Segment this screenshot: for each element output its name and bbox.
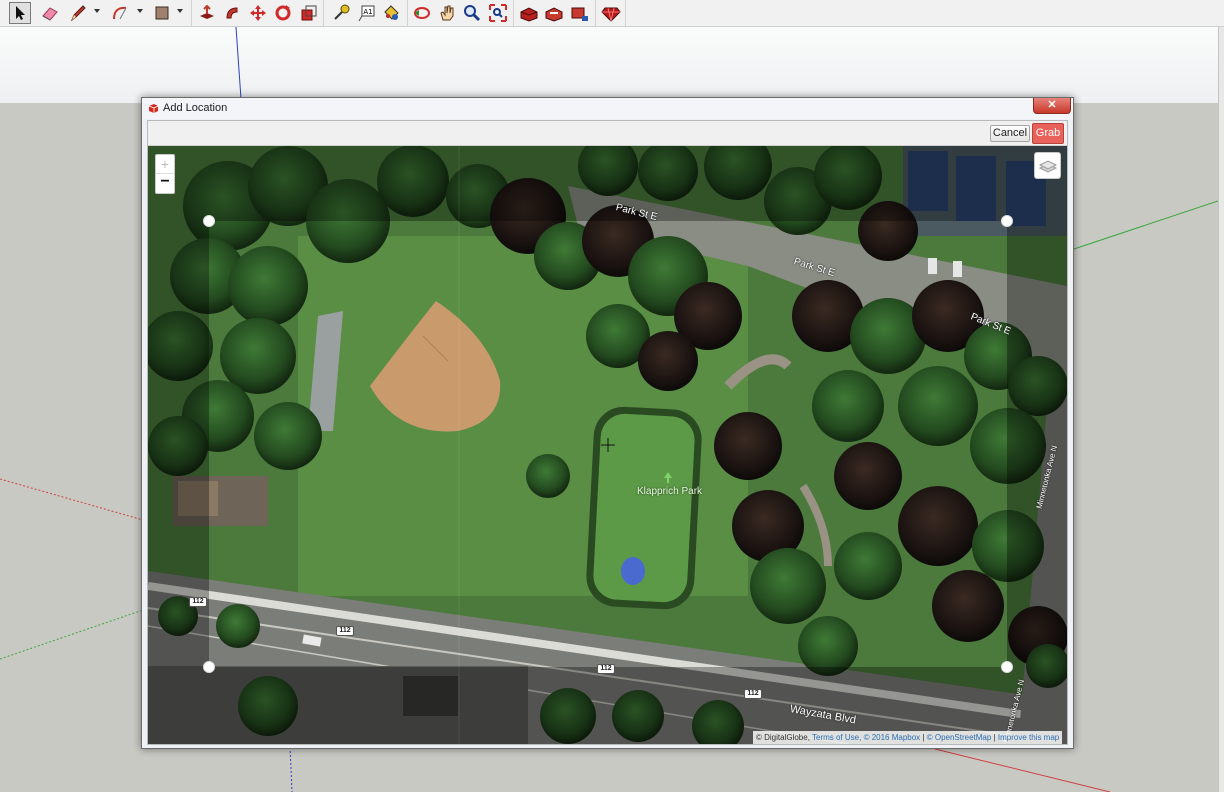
toolbar-group-camera <box>408 0 514 26</box>
scale-icon <box>301 5 317 21</box>
selection-handle-top-left[interactable] <box>203 215 215 227</box>
arc-tool-dropdown[interactable] <box>137 9 143 13</box>
text-icon: A1 <box>358 5 375 22</box>
improve-map-link[interactable]: Improve this map <box>998 733 1059 742</box>
route-shield: 112 <box>336 626 354 636</box>
layers-icon <box>1038 160 1058 173</box>
warehouse-tool-button[interactable] <box>518 2 540 24</box>
move-icon <box>250 5 266 21</box>
terms-of-use-link[interactable]: Terms of Use, <box>812 733 861 742</box>
close-button[interactable]: ✕ <box>1033 98 1071 114</box>
move-tool-button[interactable] <box>247 2 269 24</box>
extension-warehouse-tool-button[interactable] <box>600 2 622 24</box>
zoom-in-button[interactable]: + <box>156 155 174 174</box>
follow-me-icon <box>226 7 238 19</box>
dialog-content: Cancel Grab Park St E Park St E Park St … <box>147 120 1068 745</box>
add-location-dialog: Add Location ✕ Cancel Grab Park St E Par… <box>141 97 1074 749</box>
park-label: Klapprich Park <box>637 486 703 497</box>
viewport-scrollbar[interactable] <box>1218 27 1224 792</box>
green-axis <box>1073 198 1224 250</box>
paint-bucket-tool-button[interactable] <box>380 2 402 24</box>
dialog-button-bar: Cancel Grab <box>148 121 1067 146</box>
follow-me-tool-button[interactable] <box>222 2 244 24</box>
satellite-imagery <box>148 146 1067 744</box>
map-attribution: © DigitalGlobe, Terms of Use, © 2016 Map… <box>753 731 1063 744</box>
line-tool-dropdown[interactable] <box>94 9 100 13</box>
select-tool-button[interactable] <box>9 2 31 24</box>
zoom-extents-tool-button[interactable] <box>487 2 509 24</box>
toolbar-group-draw <box>0 0 192 26</box>
satellite-map[interactable]: Park St E Park St E Park St E Wayzata Bl… <box>148 146 1067 744</box>
zoom-tool-button[interactable] <box>461 2 483 24</box>
orbit-tool-button[interactable] <box>411 2 433 24</box>
zoom-out-button[interactable]: − <box>156 174 174 193</box>
eraser-icon <box>42 7 58 21</box>
dialog-titlebar[interactable]: Add Location ✕ <box>142 98 1073 119</box>
orbit-icon <box>414 7 430 19</box>
share-model-icon <box>545 7 563 22</box>
rectangle-tool-button[interactable] <box>151 2 173 24</box>
zoom-extents-icon <box>489 4 507 22</box>
push-pull-tool-button[interactable] <box>196 2 218 24</box>
rotate-icon <box>275 5 291 21</box>
main-toolbar: A1 <box>0 0 1224 27</box>
tape-measure-icon <box>334 4 350 20</box>
park-tree-icon <box>664 472 672 483</box>
selection-handle-bottom-left[interactable] <box>203 661 215 673</box>
toolbar-group-warehouse <box>514 0 596 26</box>
blue-axis-dashed <box>289 746 293 792</box>
text-tool-glyph: A1 <box>363 8 372 16</box>
hand-icon <box>440 5 454 21</box>
attribution-separator: | <box>922 733 925 742</box>
components-tool-button[interactable] <box>569 2 591 24</box>
tape-measure-tool-button[interactable] <box>330 2 352 24</box>
layers-button[interactable] <box>1034 152 1061 179</box>
attribution-separator: | <box>993 733 996 742</box>
blue-axis <box>235 27 242 100</box>
arc-icon <box>113 6 127 20</box>
push-pull-icon <box>200 5 214 19</box>
paint-bucket-icon <box>384 5 399 20</box>
ruby-icon <box>601 7 621 22</box>
components-icon <box>571 7 588 21</box>
eraser-tool-button[interactable] <box>39 2 61 24</box>
selection-handle-top-right[interactable] <box>1001 215 1013 227</box>
route-shield: 112 <box>744 689 762 699</box>
sketchup-logo-icon <box>148 104 159 113</box>
shape-tool-dropdown[interactable] <box>177 9 183 13</box>
toolbar-group-extensions <box>596 0 626 26</box>
arc-tool-button[interactable] <box>110 2 132 24</box>
mapbox-link[interactable]: © 2016 Mapbox <box>864 733 921 742</box>
pencil-icon <box>71 5 86 21</box>
close-icon: ✕ <box>1047 99 1057 111</box>
red-axis <box>934 748 1111 792</box>
selection-handle-bottom-right[interactable] <box>1001 661 1013 673</box>
zoom-control: + − <box>155 154 175 194</box>
line-tool-button[interactable] <box>67 2 89 24</box>
rectangle-icon <box>155 6 169 20</box>
green-axis-dashed <box>0 609 144 660</box>
rotate-tool-button[interactable] <box>272 2 294 24</box>
grab-button[interactable]: Grab <box>1032 123 1064 144</box>
warehouse-icon <box>520 7 538 22</box>
route-shield: 112 <box>189 597 207 607</box>
pan-tool-button[interactable] <box>436 2 458 24</box>
red-axis-dashed <box>0 478 144 521</box>
toolbar-group-construction: A1 <box>324 0 408 26</box>
text-tool-button[interactable]: A1 <box>356 2 378 24</box>
share-model-tool-button[interactable] <box>543 2 565 24</box>
route-shield: 112 <box>597 664 615 674</box>
openstreetmap-link[interactable]: © OpenStreetMap <box>927 733 992 742</box>
cancel-button[interactable]: Cancel <box>990 125 1030 142</box>
dialog-title: Add Location <box>163 102 228 114</box>
attribution-digitalglobe: © DigitalGlobe, <box>756 733 810 742</box>
magnifier-icon <box>464 5 481 22</box>
scale-tool-button[interactable] <box>298 2 320 24</box>
toolbar-group-edit <box>192 0 324 26</box>
arrow-cursor-icon <box>16 6 25 20</box>
